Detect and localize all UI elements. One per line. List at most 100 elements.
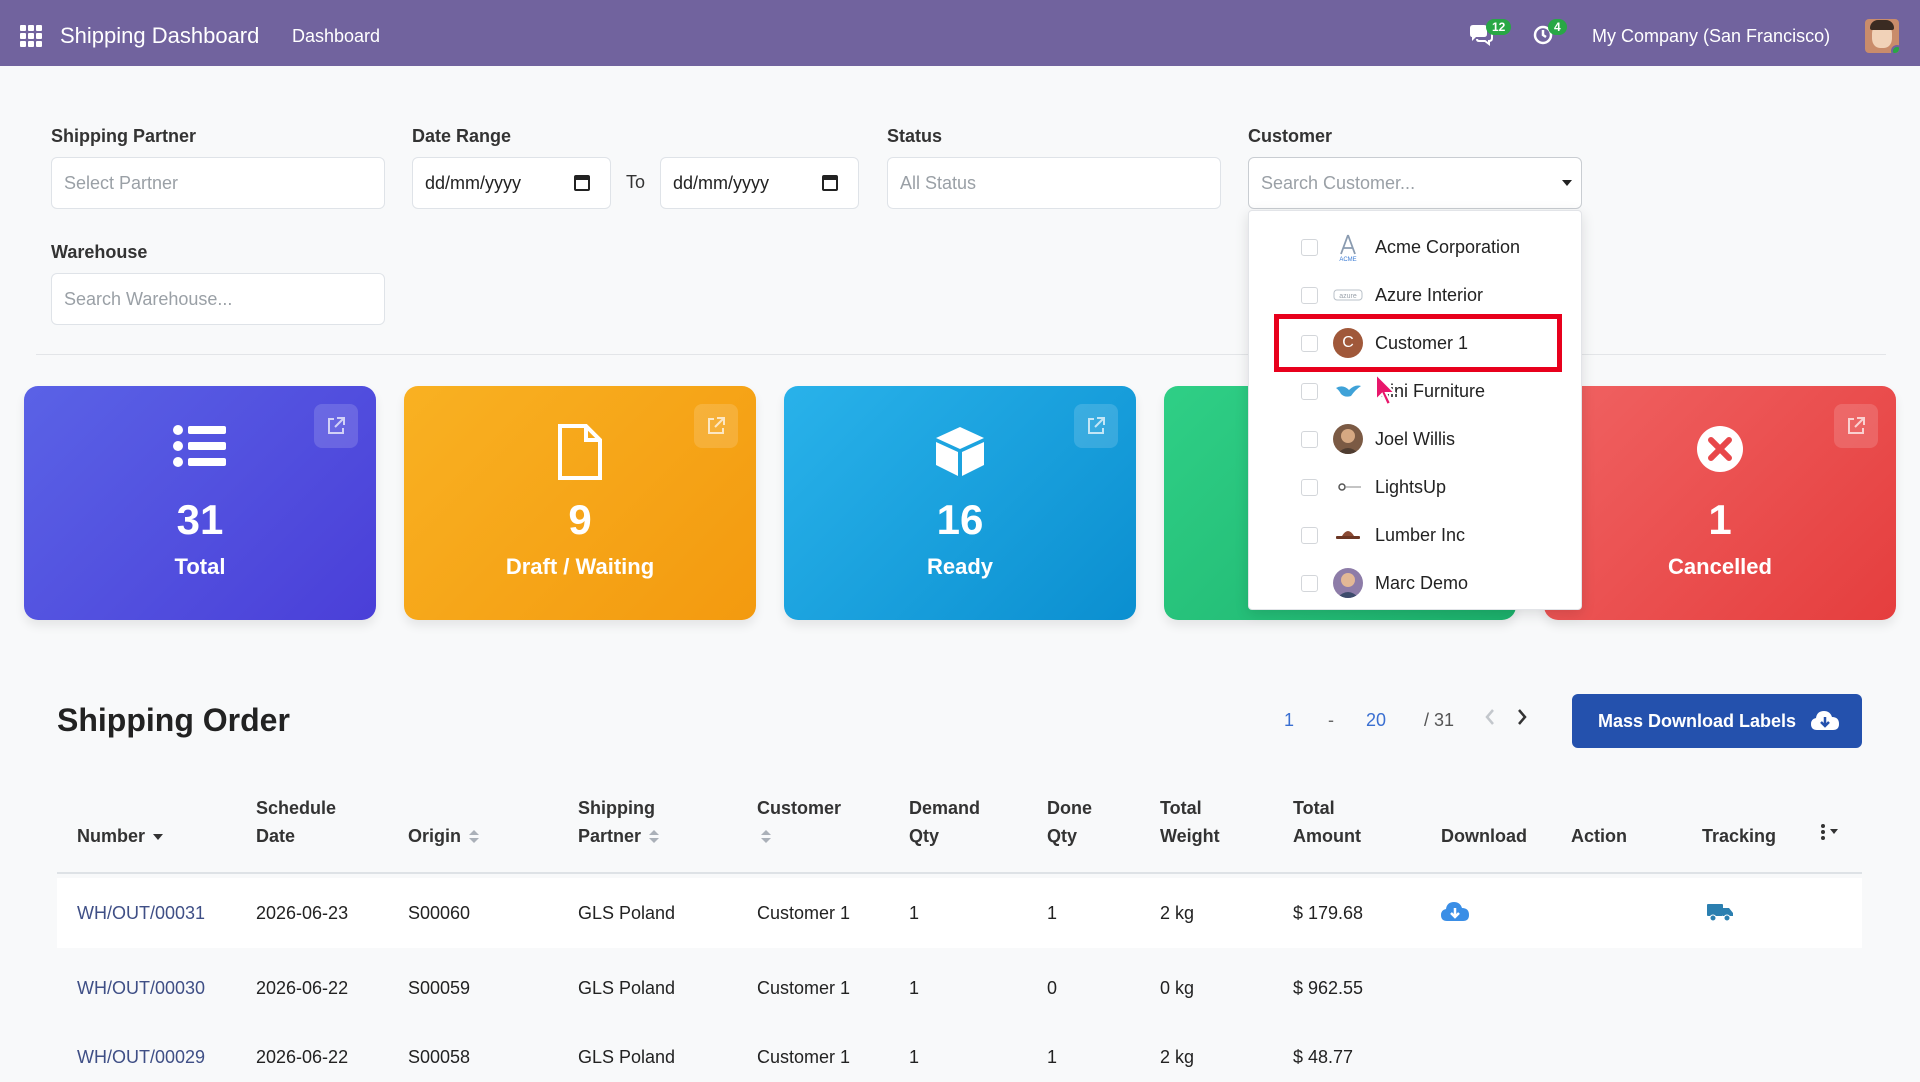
optional-columns-icon[interactable] [1820,822,1842,850]
option-label: Acme Corporation [1375,237,1521,257]
external-link-icon[interactable] [694,404,738,448]
external-link-icon[interactable] [1834,404,1878,448]
chevron-down-icon[interactable] [1562,180,1572,186]
stat-value: 16 [936,496,984,543]
origin-cell: S00058 [408,1047,471,1067]
customer-option[interactable]: Joel Willis [1249,415,1583,463]
person-avatar-icon [1333,568,1363,598]
app-title[interactable]: Shipping Dashboard [60,23,259,49]
tracking-truck-icon[interactable] [1706,902,1734,927]
option-checkbox[interactable] [1301,287,1318,304]
customer-cell: Customer 1 [757,978,851,998]
option-checkbox[interactable] [1301,479,1318,496]
done-qty-cell: 0 [1047,978,1058,998]
sort-icon [469,830,479,844]
weight-cell: 2 kg [1160,903,1195,923]
calendar-icon[interactable] [822,175,838,191]
mass-download-labels-button[interactable]: Mass Download Labels [1572,694,1862,748]
option-checkbox[interactable] [1301,383,1318,400]
demand-qty-cell: 1 [909,978,920,998]
schedule-date-cell: 2026-06-22 [256,1047,349,1067]
hat-logo-icon [1333,520,1363,550]
stat-label: Draft / Waiting [505,554,655,579]
customer-dropdown: ACME Acme Corporation azure Azure Interi… [1248,210,1582,610]
column-schedule-date[interactable]: Schedule Date [256,794,336,850]
pager-prev-icon[interactable] [1484,708,1496,731]
column-shipping-partner[interactable]: Shipping Partner [578,794,660,850]
weight-cell: 0 kg [1160,978,1195,998]
customer-cell: Customer 1 [757,903,851,923]
customer-option[interactable]: Lumber Inc [1249,511,1583,559]
stat-value: 9 [568,496,592,543]
customer-option[interactable]: azure Azure Interior [1249,271,1583,319]
option-label: Azure Interior [1375,285,1484,305]
apps-menu-icon[interactable] [20,25,42,47]
date-to-value: dd/mm/yyyy [673,173,770,193]
customer-search-input[interactable]: Search Customer... [1248,157,1582,209]
customer-option[interactable]: Marc Demo [1249,559,1583,607]
shipping-partner-label: Shipping Partner [51,126,197,146]
acme-logo-icon: ACME [1333,232,1363,263]
partner-cell: GLS Poland [578,978,676,998]
bird-logo-icon [1333,376,1363,406]
customer-option[interactable]: mini Furniture [1249,367,1583,415]
stat-card-cancelled[interactable]: 1 Cancelled [1544,386,1896,620]
table-header-divider [57,872,1862,874]
pager-start[interactable]: 1 [1284,710,1294,731]
column-number[interactable]: Number [77,822,164,850]
column-total-amount[interactable]: Total Amount [1293,794,1361,850]
stat-card-total[interactable]: 31 Total [24,386,376,620]
sort-icon [649,830,660,844]
mouse-cursor-icon [1374,371,1400,413]
highlight-box [1274,314,1562,372]
section-divider [36,354,1886,355]
cloud-download-icon[interactable] [1440,900,1470,929]
pager-total: / 31 [1424,710,1455,730]
menu-dashboard[interactable]: Dashboard [292,26,380,47]
amount-cell: $ 179.68 [1293,903,1364,923]
status-label: Status [887,126,943,146]
order-number-link[interactable]: WH/OUT/00030 [77,978,205,999]
column-customer[interactable]: Customer [757,794,841,850]
done-qty-cell: 1 [1047,1047,1058,1067]
cloud-download-icon [1811,711,1839,730]
shipping-partner-select[interactable]: Select Partner [51,157,385,209]
pager-end[interactable]: 20 [1366,710,1386,731]
status-select[interactable]: All Status [887,157,1221,209]
stat-label: Total [174,554,226,579]
stat-value: 31 [176,496,224,543]
stat-card-ready[interactable]: 16 Ready [784,386,1136,620]
pager-dash: - [1328,710,1334,730]
company-switcher[interactable]: My Company (San Francisco) [1592,26,1830,47]
column-origin[interactable]: Origin [408,822,479,850]
stat-card-draft-waiting[interactable]: 9 Draft / Waiting [404,386,756,620]
document-icon [556,424,604,485]
box-icon [933,424,987,483]
warehouse-search-input[interactable]: Search Warehouse... [51,273,385,325]
calendar-icon[interactable] [574,175,590,191]
top-navbar: Shipping Dashboard Dashboard 12 4 My Com… [0,0,1920,66]
column-demand-qty[interactable]: Demand Qty [909,794,980,850]
option-checkbox[interactable] [1301,527,1318,544]
user-avatar[interactable] [1865,19,1899,53]
customer-option[interactable]: LightsUp [1249,463,1583,511]
demand-qty-cell: 1 [909,903,920,923]
cancel-circle-icon [1695,424,1745,479]
section-title: Shipping Order [57,702,290,738]
order-number-link[interactable]: WH/OUT/00029 [77,1047,205,1068]
customer-option[interactable]: ACME Acme Corporation [1249,223,1583,271]
date-from-value: dd/mm/yyyy [425,173,522,193]
order-number-link[interactable]: WH/OUT/00031 [77,903,205,924]
pager-next-icon[interactable] [1516,708,1528,731]
column-done-qty[interactable]: Done Qty [1047,794,1092,850]
column-total-weight[interactable]: Total Weight [1160,794,1220,850]
external-link-icon[interactable] [314,404,358,448]
stat-value: 1 [1708,496,1732,543]
warehouse-label: Warehouse [51,242,148,262]
option-checkbox[interactable] [1301,431,1318,448]
external-link-icon[interactable] [1074,404,1118,448]
option-checkbox[interactable] [1301,575,1318,592]
column-download: Download [1441,826,1527,846]
origin-cell: S00060 [408,903,471,923]
option-checkbox[interactable] [1301,239,1318,256]
